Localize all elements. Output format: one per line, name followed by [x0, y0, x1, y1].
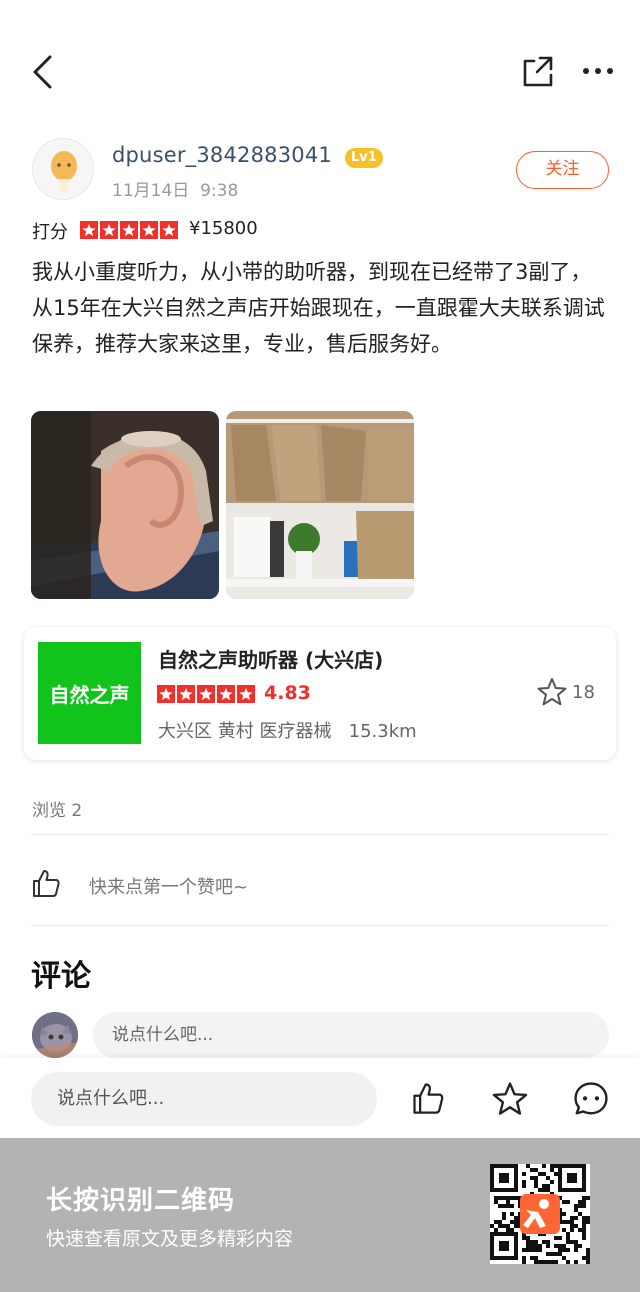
shop-card[interactable]: 自然之声 自然之声助听器 (大兴店) 4.83 大兴区 黄村 医疗器械 15.3… — [24, 627, 616, 760]
bottom-comment-button[interactable] — [572, 1080, 610, 1118]
shop-logo: 自然之声 — [38, 642, 141, 744]
rating-star-icon — [140, 221, 158, 239]
author-avatar[interactable] — [32, 138, 94, 200]
star-outline-icon — [537, 678, 567, 706]
review-photo-1[interactable] — [31, 411, 219, 599]
shop-name: 自然之声助听器 (大兴店) — [158, 648, 384, 672]
shop-district: 大兴区 — [158, 721, 212, 742]
review-photo-2[interactable] — [226, 411, 414, 599]
favorite-count: 18 — [572, 682, 595, 703]
bottom-favorite-button[interactable] — [491, 1080, 529, 1118]
like-button[interactable] — [30, 867, 62, 899]
rating-star-icon — [120, 221, 138, 239]
review-stars — [80, 221, 178, 239]
qr-subtitle: 快速查看原文及更多精彩内容 — [46, 1228, 294, 1250]
bottom-action-bar: 说点什么吧... — [0, 1058, 640, 1138]
divider — [31, 834, 609, 835]
rating-star-icon — [100, 221, 118, 239]
post-date: 11月14日 — [112, 181, 190, 201]
chevron-left-icon — [33, 55, 52, 89]
view-count: 浏览 2 — [32, 801, 83, 821]
rating-star-icon — [80, 221, 98, 239]
review-text: 我从小重度听力，从小带的助听器，到现在已经带了3副了，从15年在大兴自然之声店开… — [32, 260, 605, 356]
more-icon — [583, 68, 613, 74]
current-user-avatar — [32, 1012, 78, 1058]
star-icon — [492, 1082, 528, 1115]
thumbs-up-icon — [33, 870, 60, 897]
qr-code-image — [490, 1164, 590, 1264]
score-label: 打分 — [32, 222, 68, 243]
review-price: ¥15800 — [189, 218, 258, 239]
rating-star-icon — [237, 685, 255, 703]
share-button[interactable] — [518, 50, 558, 92]
bottom-like-button[interactable] — [410, 1080, 446, 1116]
more-button[interactable] — [578, 54, 618, 88]
comment-icon — [574, 1082, 608, 1115]
follow-button[interactable]: 关注 — [516, 151, 609, 189]
comments-title: 评论 — [31, 959, 91, 994]
share-icon — [523, 56, 553, 87]
rating-star-icon — [197, 685, 215, 703]
bottom-comment-input[interactable]: 说点什么吧... — [31, 1072, 377, 1126]
level-badge: Lv1 — [345, 148, 383, 168]
rating-star-icon — [217, 685, 235, 703]
shop-rating: 4.83 — [264, 682, 311, 704]
favorite-button[interactable] — [536, 676, 568, 708]
qr-code[interactable] — [490, 1164, 590, 1264]
post-time: 11月14日 9:38 — [112, 176, 238, 201]
back-button[interactable] — [22, 50, 62, 94]
avatar-placeholder-icon — [33, 139, 93, 199]
thumbs-up-icon — [413, 1083, 444, 1114]
shop-distance: 15.3km — [348, 721, 417, 742]
rating-star-icon — [160, 221, 178, 239]
shop-category: 医疗器械 — [259, 721, 332, 742]
shop-meta: 大兴区 黄村 医疗器械 15.3km — [158, 717, 417, 743]
divider — [31, 925, 609, 926]
author-username[interactable]: dpuser_3842883041 — [112, 143, 332, 167]
rating-star-icon — [157, 685, 175, 703]
qr-footer: 长按识别二维码 快速查看原文及更多精彩内容 — [0, 1138, 640, 1292]
qr-title: 长按识别二维码 — [46, 1186, 236, 1216]
like-prompt: 快来点第一个赞吧~ — [89, 877, 249, 898]
shop-area: 黄村 — [217, 721, 254, 742]
post-clock: 9:38 — [200, 181, 239, 201]
comment-input[interactable]: 说点什么吧... — [93, 1012, 609, 1058]
shop-stars — [157, 685, 255, 703]
rating-star-icon — [177, 685, 195, 703]
